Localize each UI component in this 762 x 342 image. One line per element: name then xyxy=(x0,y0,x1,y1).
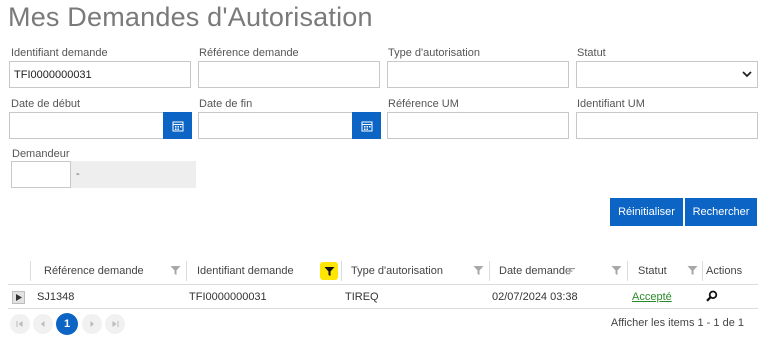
first-page-button[interactable] xyxy=(10,314,30,334)
status-link[interactable]: Accepté xyxy=(632,285,672,309)
filter-icon[interactable] xyxy=(687,265,698,276)
page-title: Mes Demandes d'Autorisation xyxy=(8,2,373,32)
label-reference-demande: Référence demande xyxy=(199,47,299,59)
search-button[interactable]: Rechercher xyxy=(685,198,757,226)
label-identifiant-um: Identifiant UM xyxy=(577,98,645,110)
filter-icon[interactable] xyxy=(611,265,622,276)
column-header-type[interactable]: Type d'autorisation xyxy=(351,257,443,285)
chevron-left-icon xyxy=(41,321,45,327)
magnifier-icon[interactable] xyxy=(706,290,718,302)
column-separator xyxy=(186,261,187,281)
label-statut: Statut xyxy=(577,47,606,59)
last-page-button[interactable] xyxy=(105,314,125,334)
cell-type: TIREQ xyxy=(345,291,379,303)
column-header-statut[interactable]: Statut xyxy=(638,257,667,285)
label-date-fin: Date de fin xyxy=(199,98,253,110)
chevron-down-icon xyxy=(742,71,752,78)
reference-demande-input[interactable] xyxy=(198,61,380,88)
pager-info: Afficher les items 1 - 1 de 1 xyxy=(610,317,744,329)
statut-select[interactable] xyxy=(576,61,758,88)
demandeur-display: - xyxy=(71,161,196,188)
column-separator xyxy=(702,261,703,281)
cell-reference: SJ1348 xyxy=(37,291,75,303)
column-separator xyxy=(30,261,31,281)
current-page-button[interactable]: 1 xyxy=(56,313,78,335)
column-separator xyxy=(341,261,342,281)
calendar-icon xyxy=(361,121,372,131)
reference-um-input[interactable] xyxy=(387,112,569,139)
column-header-actions: Actions xyxy=(706,265,743,277)
calendar-icon xyxy=(172,121,183,131)
identifiant-um-input[interactable] xyxy=(576,112,758,139)
next-page-button[interactable] xyxy=(82,314,102,334)
filter-icon[interactable] xyxy=(473,265,484,276)
expand-row-button[interactable] xyxy=(12,291,25,304)
cell-date: 02/07/2024 03:38 xyxy=(492,291,578,303)
chevron-right-icon xyxy=(90,321,94,327)
type-autorisation-input[interactable] xyxy=(387,61,569,88)
label-date-debut: Date de début xyxy=(11,98,81,110)
grid-header: Référence demande Identifiant demande Ty… xyxy=(8,257,758,285)
expand-arrow-icon xyxy=(15,294,22,301)
demandeur-input[interactable] xyxy=(11,161,71,188)
filter-icon[interactable] xyxy=(170,265,181,276)
column-separator xyxy=(489,261,490,281)
reset-button[interactable]: Réinitialiser xyxy=(610,198,683,226)
last-page-icon xyxy=(112,321,119,327)
label-identifiant-demande: Identifiant demande xyxy=(11,47,108,59)
column-header-identifiant[interactable]: Identifiant demande xyxy=(197,257,294,285)
sort-icon[interactable] xyxy=(566,267,575,276)
date-fin-input[interactable] xyxy=(198,112,354,139)
previous-page-button[interactable] xyxy=(33,314,53,334)
table-row: SJ1348 TFI0000000031 TIREQ 02/07/2024 03… xyxy=(8,285,758,309)
filter-active-button[interactable] xyxy=(320,262,338,280)
column-header-date[interactable]: Date demande xyxy=(499,257,571,285)
date-debut-calendar-button[interactable] xyxy=(163,112,192,139)
date-debut-input[interactable] xyxy=(9,112,165,139)
label-demandeur: Demandeur xyxy=(12,148,70,160)
label-reference-um: Référence UM xyxy=(388,98,459,110)
label-type-autorisation: Type d'autorisation xyxy=(388,47,480,59)
first-page-icon xyxy=(16,321,23,327)
filter-icon xyxy=(324,266,334,276)
column-separator xyxy=(627,261,628,281)
date-fin-calendar-button[interactable] xyxy=(352,112,381,139)
cell-identifiant: TFI0000000031 xyxy=(189,291,267,303)
column-header-reference[interactable]: Référence demande xyxy=(44,257,144,285)
identifiant-demande-input[interactable] xyxy=(9,61,191,88)
